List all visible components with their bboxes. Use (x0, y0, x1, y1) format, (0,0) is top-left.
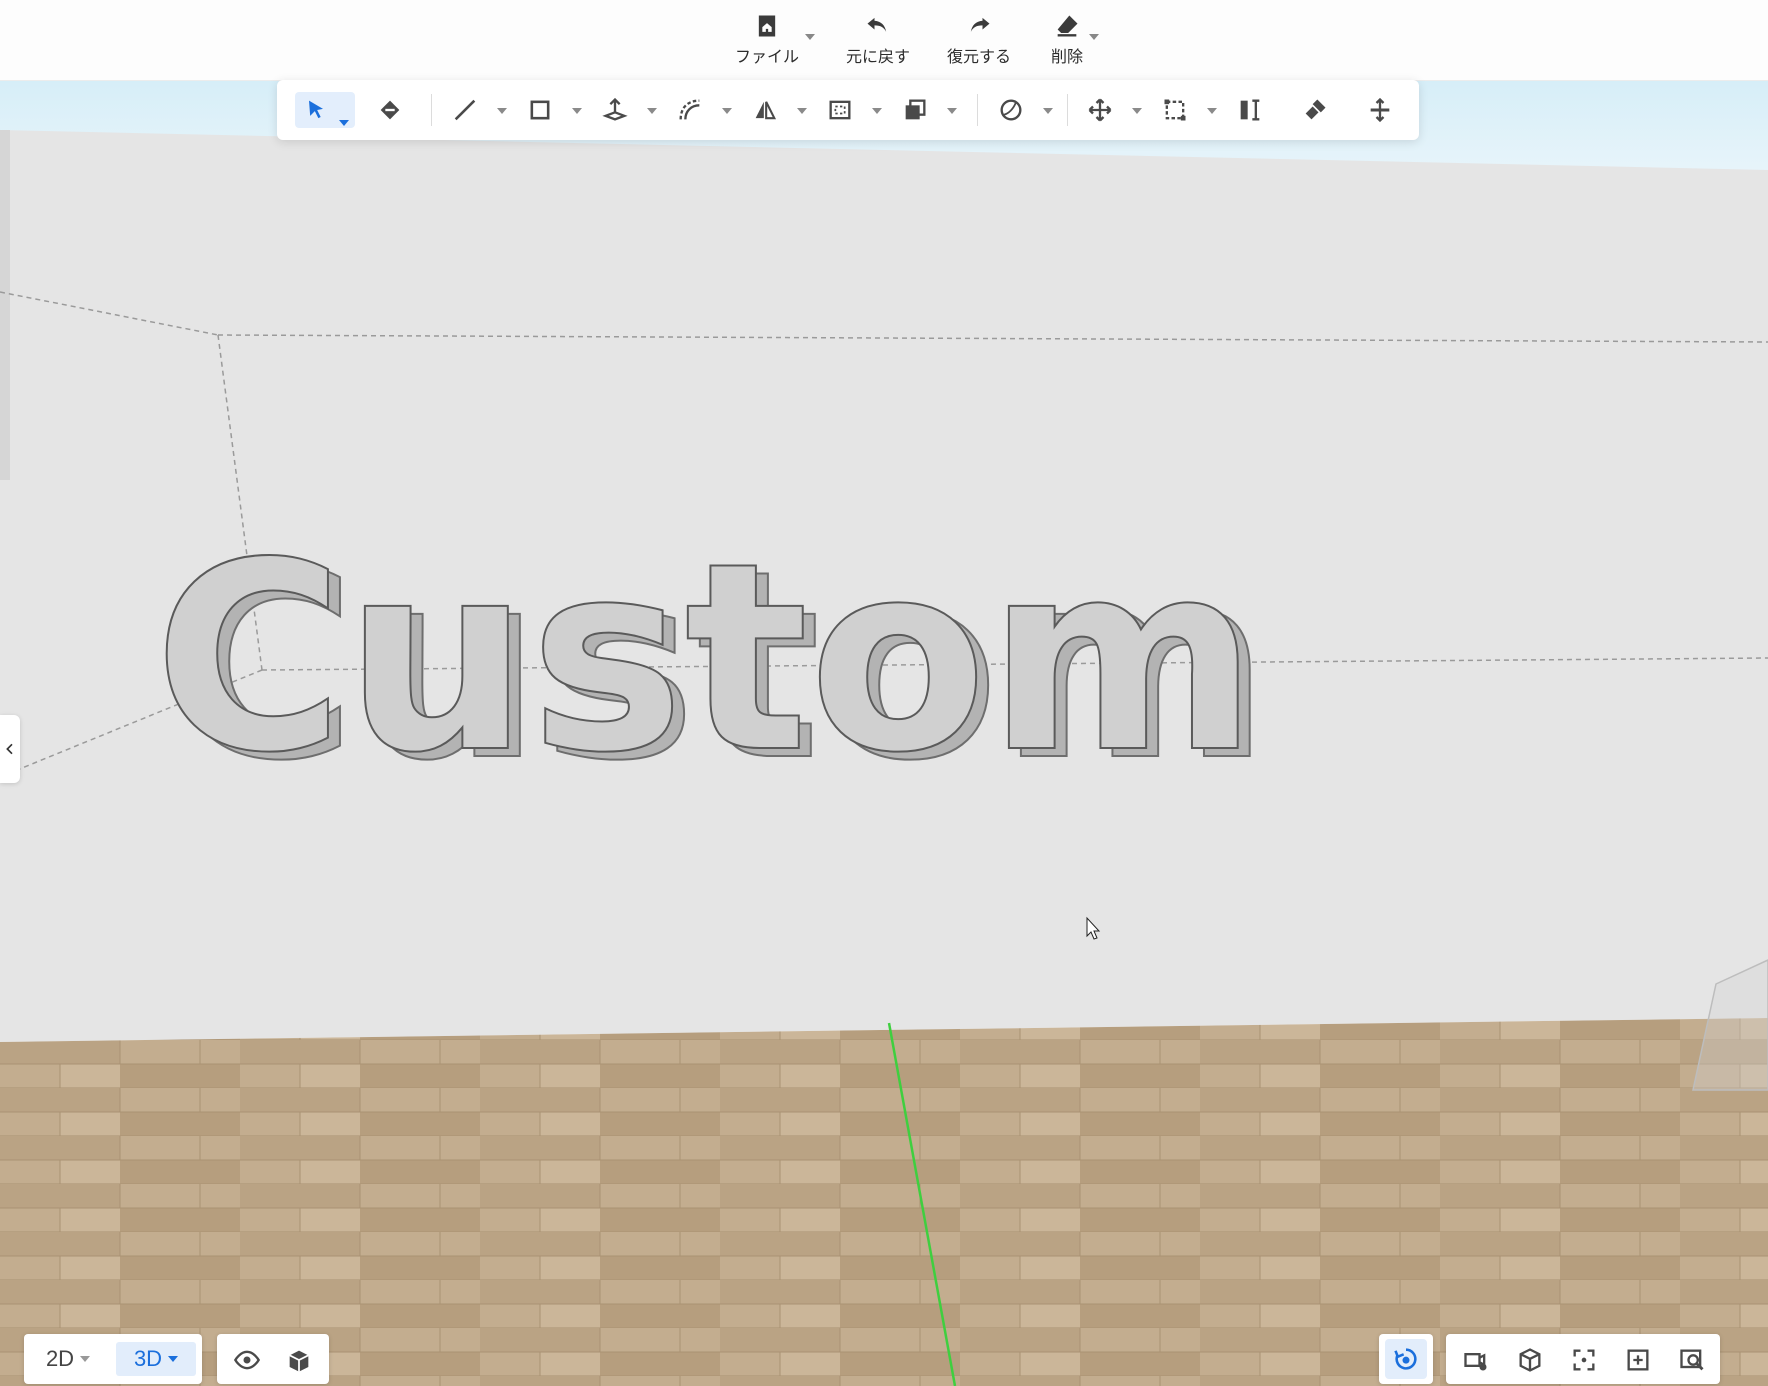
line-menu-caret-icon[interactable] (497, 108, 507, 114)
distribute-tool[interactable] (1362, 92, 1398, 128)
mirror-icon (755, 101, 777, 120)
orbit-button[interactable] (1385, 1339, 1427, 1379)
distribute-icon (1370, 97, 1390, 123)
left-panel-toggle[interactable] (0, 715, 20, 783)
align-icon (1240, 99, 1260, 121)
shape-menu-caret-icon[interactable] (1043, 108, 1053, 114)
undo-button[interactable]: 元に戻す (846, 12, 910, 67)
focus-frame-icon (1573, 1349, 1595, 1371)
camera-settings-icon (1464, 1353, 1487, 1371)
view-mode-switch: 2D 3D (24, 1334, 202, 1384)
scale-icon (1164, 99, 1186, 121)
push-pull-menu-caret-icon[interactable] (647, 108, 657, 114)
mode-3d-button[interactable]: 3D (116, 1342, 196, 1376)
paint-bucket-icon (380, 100, 400, 120)
push-pull-tool[interactable] (597, 92, 633, 128)
wood-floor (0, 1018, 1768, 1386)
home-file-icon (758, 15, 776, 37)
camera-tools-group (1446, 1334, 1720, 1384)
chevron-down-icon (80, 1356, 91, 1362)
paint-bucket-tool[interactable] (372, 92, 408, 128)
offset-icon (829, 100, 851, 120)
mirror-menu-caret-icon[interactable] (797, 108, 807, 114)
line-tool[interactable] (447, 92, 483, 128)
delete-menu-caret-icon[interactable] (1089, 34, 1100, 40)
select-tool[interactable] (295, 92, 355, 128)
select-arrow-icon (309, 100, 323, 119)
zoom-search-icon (1680, 1349, 1704, 1371)
mirror-tool[interactable] (747, 92, 783, 128)
tool-palette (277, 80, 1419, 140)
move-icon (1088, 98, 1112, 122)
eraser-icon (1057, 15, 1078, 37)
rectangle-menu-caret-icon[interactable] (572, 108, 582, 114)
redo-label: 復元する (947, 49, 1012, 66)
delete-label: 削除 (1051, 49, 1084, 66)
toolbar-divider (1067, 94, 1068, 126)
undo-label: 元に戻す (846, 49, 911, 66)
shape-sphere-icon (1000, 99, 1022, 121)
copy-icon (905, 99, 926, 120)
toolbar-divider (431, 94, 432, 126)
cube-view-icon (1519, 1348, 1541, 1372)
camera-settings-button[interactable] (1460, 1344, 1492, 1376)
push-pull-icon (602, 97, 628, 121)
file-label: ファイル (735, 49, 800, 66)
move-tool[interactable] (1082, 92, 1118, 128)
copy-menu-caret-icon[interactable] (947, 108, 957, 114)
arc-icon (679, 99, 700, 120)
cube-view-button[interactable] (1514, 1344, 1546, 1376)
line-icon (454, 99, 476, 121)
view-options-group (217, 1334, 329, 1384)
eye-visibility-icon (233, 1350, 261, 1370)
mode-3d-label: 3D (133, 1346, 163, 1371)
scale-tool[interactable] (1157, 92, 1193, 128)
arc-tool[interactable] (672, 92, 708, 128)
orbit-rotate-icon (1394, 1348, 1417, 1370)
top-command-bar: ファイル 元に戻す 復元する 削除 (0, 0, 1768, 81)
sweep-brush-icon (1305, 99, 1326, 120)
focus-frame-button[interactable] (1568, 1344, 1600, 1376)
scene-canvas[interactable]: Custom Custom (0, 80, 1768, 1386)
sweep-tool[interactable] (1297, 92, 1333, 128)
zoom-area-button[interactable] (1622, 1344, 1654, 1376)
scale-menu-caret-icon[interactable] (1207, 108, 1217, 114)
move-menu-caret-icon[interactable] (1132, 108, 1142, 114)
zoom-area-icon (1627, 1349, 1649, 1371)
redo-arrow-icon (970, 17, 990, 32)
rectangle-tool[interactable] (522, 92, 558, 128)
select-menu-caret-icon[interactable] (339, 120, 349, 126)
rectangle-icon (530, 100, 550, 120)
box-view-icon (289, 1350, 309, 1372)
left-wall-edge (0, 130, 10, 480)
mode-2d-label: 2D (45, 1346, 75, 1371)
file-menu-caret-icon[interactable] (805, 34, 816, 40)
file-button[interactable]: ファイル (735, 12, 816, 67)
mode-2d-button[interactable]: 2D (32, 1342, 104, 1376)
undo-arrow-icon (867, 17, 887, 32)
visibility-button[interactable] (231, 1344, 263, 1376)
zoom-search-button[interactable] (1676, 1344, 1708, 1376)
copy-tool[interactable] (897, 92, 933, 128)
box-view-button[interactable] (283, 1344, 315, 1376)
3d-text-model: Custom Custom (153, 507, 1272, 819)
chevron-down-icon (168, 1356, 179, 1362)
svg-text:Custom: Custom (154, 508, 1259, 810)
shape-tool[interactable] (993, 92, 1029, 128)
delete-button[interactable]: 削除 (1051, 12, 1100, 67)
offset-tool[interactable] (822, 92, 858, 128)
align-tool[interactable] (1232, 92, 1268, 128)
3d-viewport[interactable]: Custom Custom (0, 80, 1768, 1386)
toolbar-divider (977, 94, 978, 126)
chevron-left-icon (6, 743, 13, 755)
redo-button[interactable]: 復元する (947, 12, 1011, 67)
arc-menu-caret-icon[interactable] (722, 108, 732, 114)
offset-menu-caret-icon[interactable] (872, 108, 882, 114)
orbit-group (1379, 1334, 1433, 1384)
